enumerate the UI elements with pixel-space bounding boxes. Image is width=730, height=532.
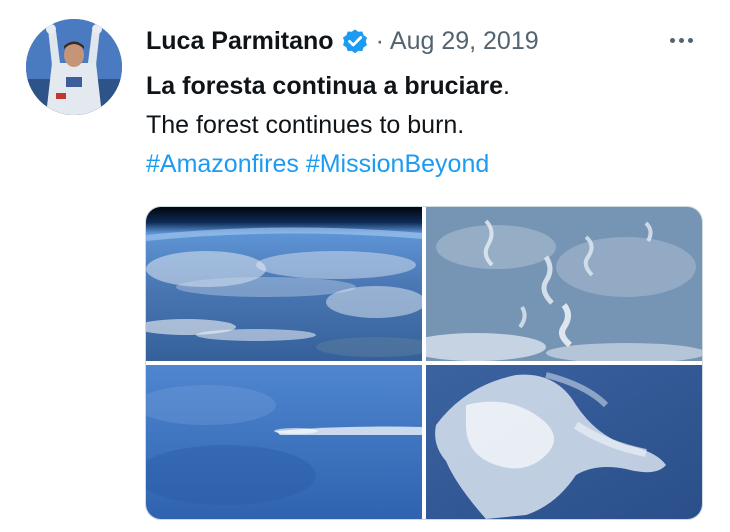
hashtag-link[interactable]: #Amazonfires	[146, 150, 299, 178]
avatar[interactable]	[26, 19, 122, 115]
hashtag-link[interactable]: #MissionBeyond	[306, 150, 489, 178]
photo-earth-horizon[interactable]	[146, 207, 422, 361]
tweet-text-line-1: La foresta continua a bruciare.	[146, 67, 510, 105]
photo-smoke-cloud[interactable]	[426, 365, 702, 519]
tweet-text-bold: La foresta continua a bruciare	[146, 72, 504, 100]
photo-smoke-plumes[interactable]	[426, 207, 702, 361]
verified-badge-icon	[340, 26, 370, 56]
tweet-date[interactable]: Aug 29, 2019	[390, 27, 539, 56]
author-name[interactable]: Luca Parmitano	[146, 27, 334, 56]
tweet: Luca Parmitano · Aug 29, 2019 La foresta…	[0, 0, 730, 532]
more-dot	[669, 37, 675, 43]
astronaut-photo	[26, 19, 122, 115]
more-dot	[678, 37, 684, 43]
more-options-icon[interactable]	[664, 26, 698, 54]
more-dot	[687, 37, 693, 43]
tweet-text-line-2: The forest continues to burn.	[146, 111, 465, 139]
tweet-text-bold-suffix: .	[503, 72, 510, 100]
photo-blue-surface[interactable]	[146, 365, 422, 519]
media-grid	[145, 206, 703, 520]
separator-dot: ·	[375, 26, 384, 55]
tweet-hashtags: #Amazonfires #MissionBeyond	[146, 145, 489, 183]
tweet-header: Luca Parmitano · Aug 29, 2019	[146, 22, 539, 60]
